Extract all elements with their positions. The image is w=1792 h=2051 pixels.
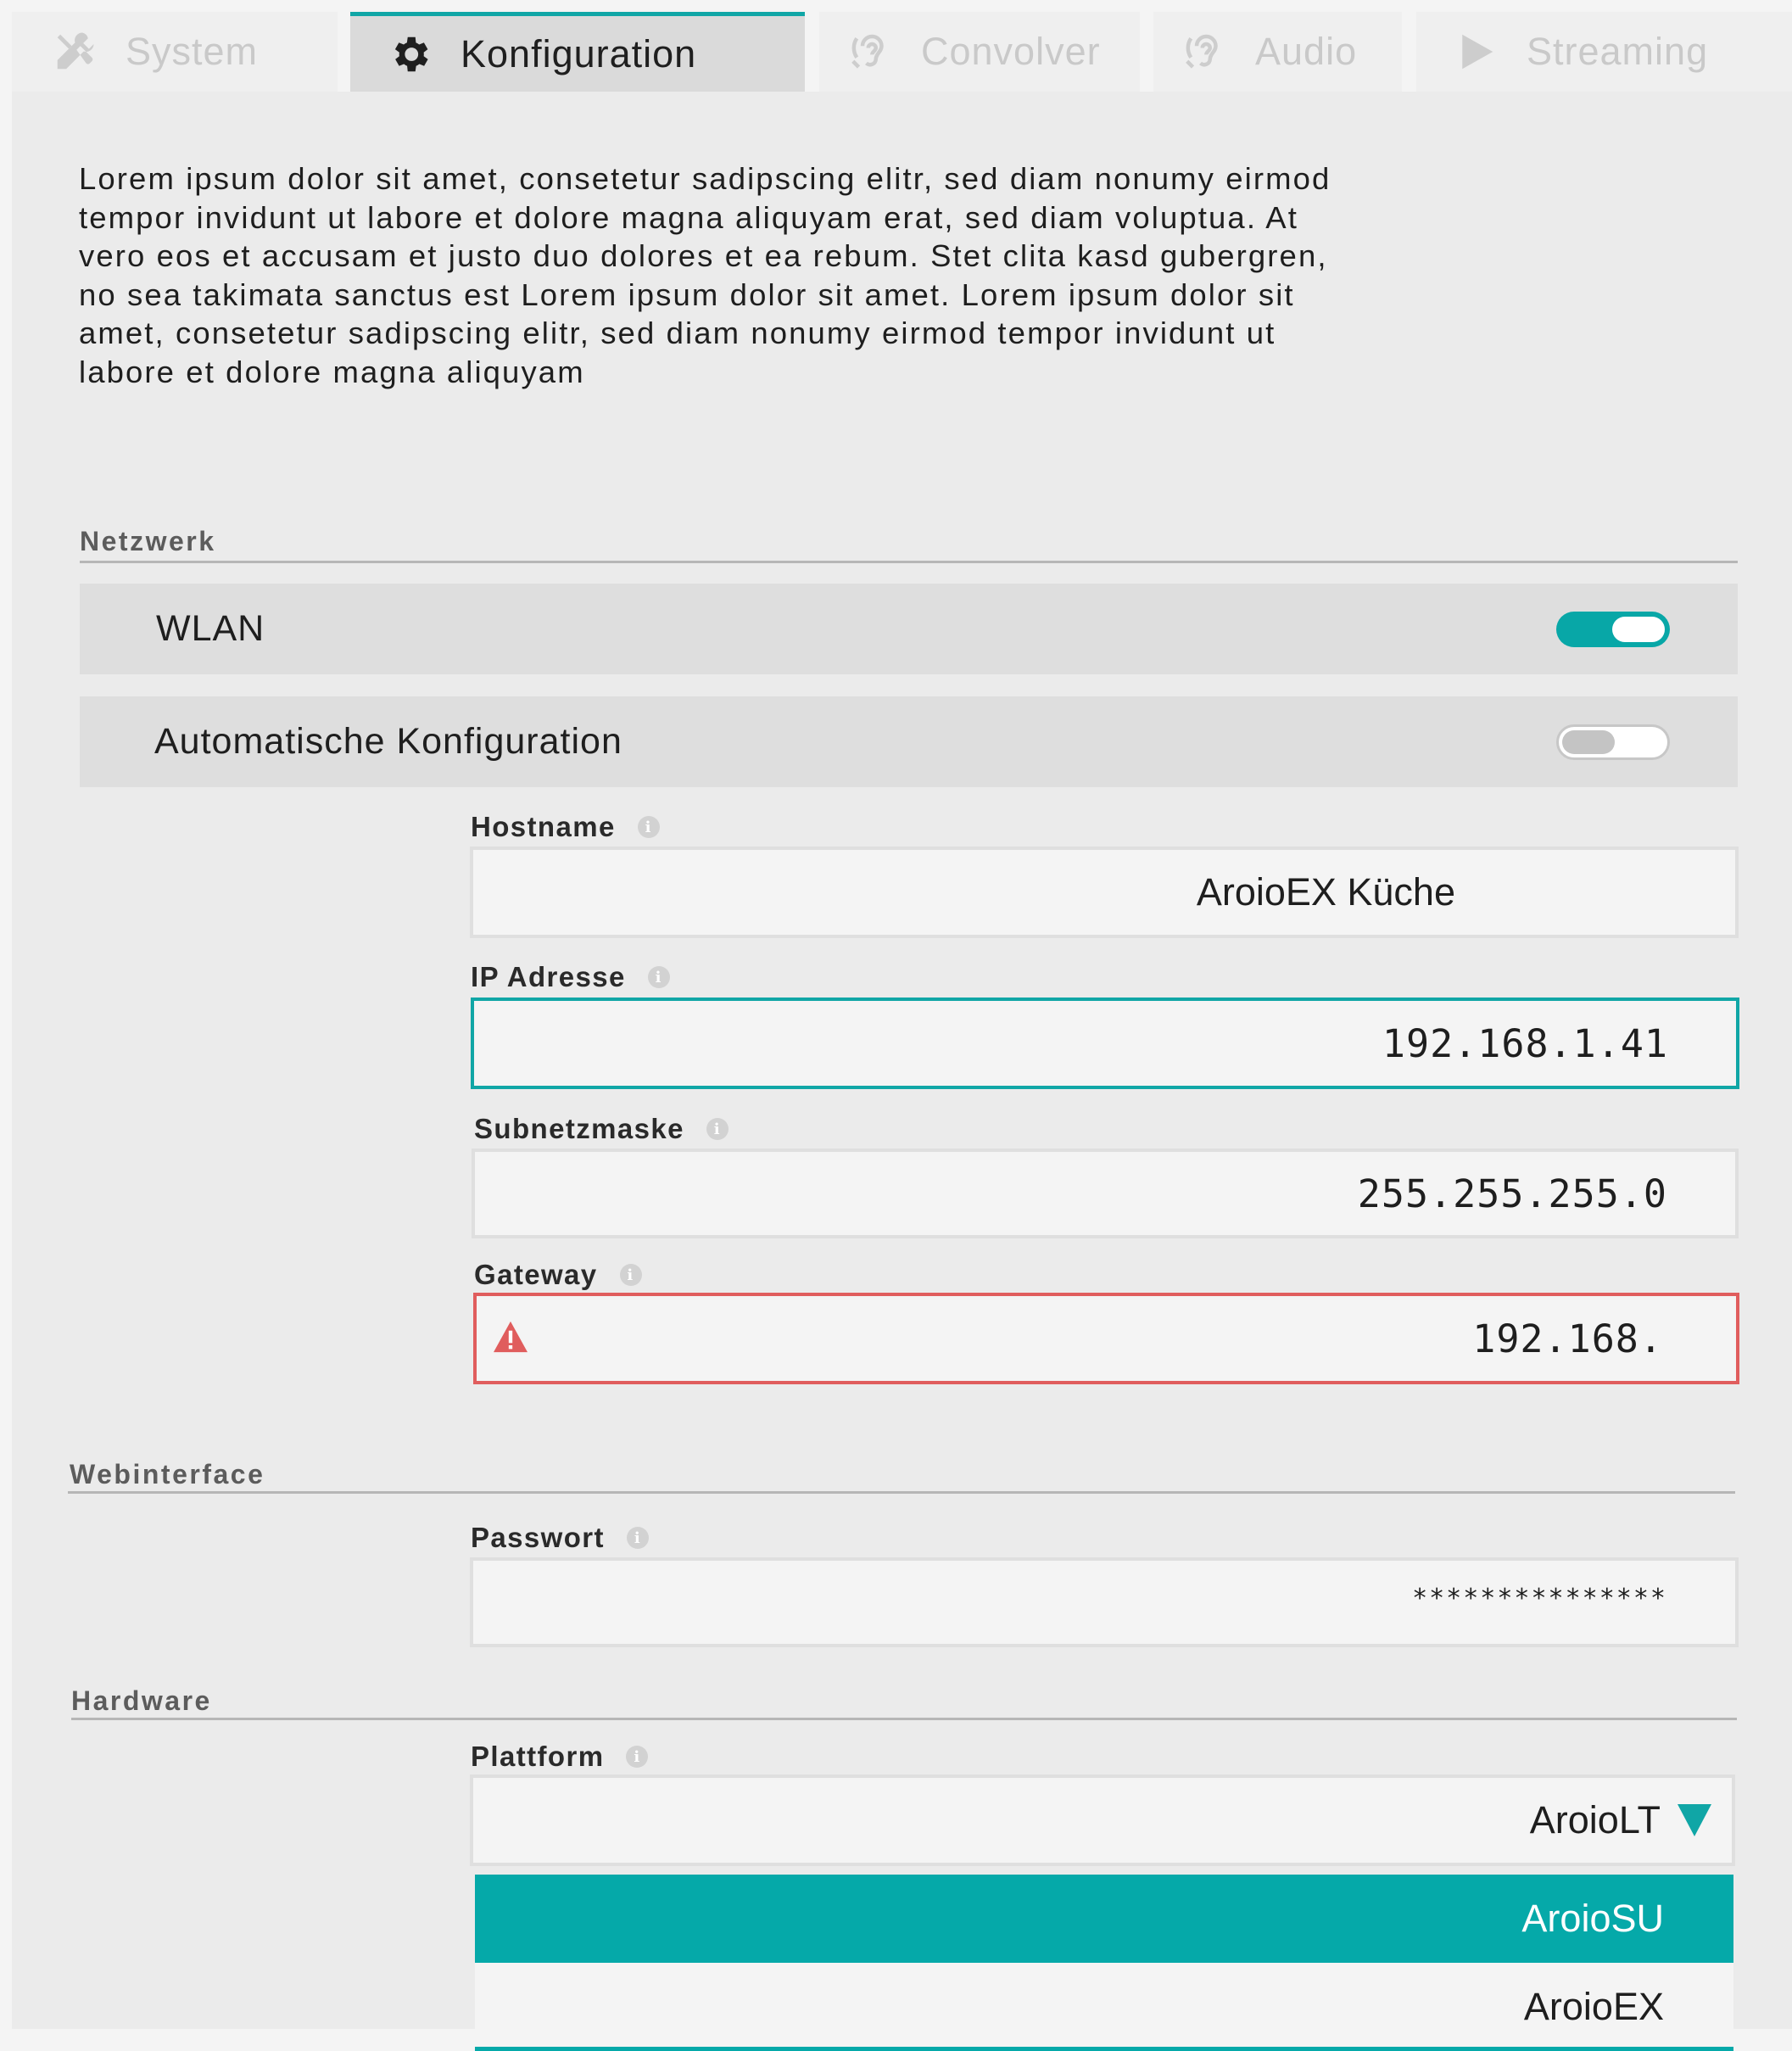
toggle-knob xyxy=(1562,729,1615,754)
hostname-value: AroioEX Küche xyxy=(1196,870,1455,914)
chevron-down-icon xyxy=(1678,1804,1711,1836)
password-input[interactable]: *************** xyxy=(470,1557,1739,1647)
ip-label: IP Adresse i xyxy=(471,961,670,993)
tab-label: System xyxy=(126,30,259,73)
ear-icon xyxy=(1179,26,1230,77)
password-label-text: Passwort xyxy=(471,1522,605,1553)
section-divider xyxy=(80,561,1738,563)
gateway-label-text: Gateway xyxy=(474,1259,598,1290)
section-divider xyxy=(71,1718,1737,1720)
toggle-knob xyxy=(1612,616,1665,642)
platform-label: Plattform i xyxy=(471,1741,649,1773)
password-value: *************** xyxy=(1412,1583,1667,1613)
hostname-label-text: Hostname xyxy=(471,811,616,842)
description-text: Lorem ipsum dolor sit amet, consetetur s… xyxy=(79,161,1331,389)
gateway-input[interactable]: 192.168. xyxy=(473,1293,1739,1384)
option-label: AroioSU xyxy=(1521,1897,1664,1940)
info-icon[interactable]: i xyxy=(619,1264,642,1286)
dropdown-option-aroiosu[interactable]: AroioSU xyxy=(475,1875,1733,1963)
info-icon[interactable]: i xyxy=(706,1118,729,1140)
tab-convolver[interactable]: Convolver xyxy=(819,12,1140,92)
section-title-netzwerk: Netzwerk xyxy=(80,526,216,556)
gateway-value: 192.168. xyxy=(1472,1316,1663,1361)
wlan-toggle[interactable] xyxy=(1556,611,1670,647)
tab-label: Streaming xyxy=(1527,30,1709,73)
wlan-row: WLAN xyxy=(80,584,1738,674)
ip-label-text: IP Adresse xyxy=(471,961,626,992)
info-icon[interactable]: i xyxy=(626,1527,649,1549)
tab-label: Convolver xyxy=(921,30,1101,73)
tab-streaming[interactable]: Streaming xyxy=(1416,12,1792,92)
tab-audio[interactable]: Audio xyxy=(1153,12,1402,92)
info-icon[interactable]: i xyxy=(637,816,660,838)
auto-config-toggle[interactable] xyxy=(1556,724,1670,760)
platform-label-text: Plattform xyxy=(471,1741,605,1772)
section-title-hardware: Hardware xyxy=(71,1685,212,1716)
dropdown-option-aroioex[interactable]: AroioEX xyxy=(475,1963,1733,2051)
subnet-label-text: Subnetzmaske xyxy=(474,1113,684,1144)
hostname-label: Hostname i xyxy=(471,811,660,843)
ip-input[interactable]: 192.168.1.41 xyxy=(471,998,1739,1089)
tools-icon xyxy=(49,26,100,77)
option-label: AroioEX xyxy=(1523,1985,1664,2028)
auto-config-label: Automatische Konfiguration xyxy=(154,721,622,762)
gear-icon xyxy=(384,29,435,80)
section-title-webinterface: Webinterface xyxy=(70,1459,265,1489)
tab-system[interactable]: System xyxy=(12,12,338,92)
auto-config-row: Automatische Konfiguration xyxy=(80,696,1738,787)
tab-label: Konfiguration xyxy=(461,31,697,75)
tab-label: Audio xyxy=(1255,30,1358,73)
ip-value: 192.168.1.41 xyxy=(1382,1020,1668,1066)
hostname-input[interactable]: AroioEX Küche xyxy=(470,847,1739,938)
wlan-label: WLAN xyxy=(156,608,265,649)
section-divider xyxy=(68,1491,1735,1494)
subnet-value: 255.255.255.0 xyxy=(1357,1171,1667,1216)
platform-value: AroioLT xyxy=(1529,1798,1661,1841)
dropdown-scroll-indicator xyxy=(475,2047,1733,2051)
warning-icon xyxy=(494,1321,528,1353)
subnet-input[interactable]: 255.255.255.0 xyxy=(472,1148,1739,1238)
subnet-label: Subnetzmaske i xyxy=(474,1113,729,1145)
info-icon[interactable]: i xyxy=(647,966,670,988)
platform-select[interactable]: AroioLT xyxy=(470,1774,1735,1866)
tab-konfiguration[interactable]: Konfiguration xyxy=(350,12,805,92)
play-icon xyxy=(1450,26,1501,77)
info-icon[interactable]: i xyxy=(626,1746,649,1768)
ear-icon xyxy=(845,26,896,77)
gateway-label: Gateway i xyxy=(474,1259,642,1291)
password-label: Passwort i xyxy=(471,1522,649,1554)
